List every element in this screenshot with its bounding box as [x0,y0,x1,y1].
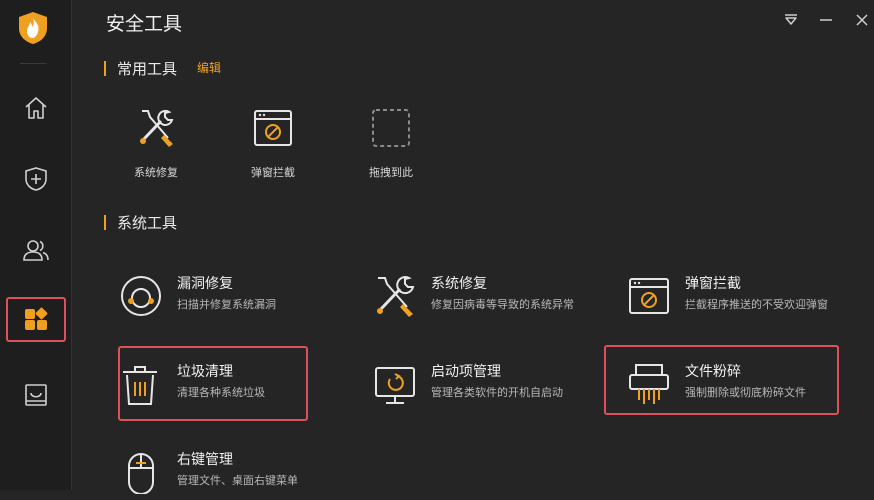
highlight-box-junk-cleanup [118,346,308,421]
tool-description: 管理各类软件的开机自启动 [431,386,563,399]
tool-name: 系统修复 [431,276,487,292]
page-title: 安全工具 [106,13,183,35]
tool-name: 漏洞修复 [177,276,233,292]
sidebar-separator [20,63,46,64]
tool-name: 右键管理 [177,452,233,468]
sidebar-item-box[interactable] [6,373,66,417]
drop-target-icon [372,109,410,147]
tool-startup-manager[interactable]: 启动项管理 管理各类软件的开机自启动 [373,356,613,412]
shield-plus-icon [25,167,47,191]
close-icon [856,14,868,26]
patch-icon [121,276,161,316]
popup-block-icon [254,110,292,146]
wrench-screwdriver-icon [377,276,415,317]
minimize-button[interactable] [815,10,837,30]
tool-name: 启动项管理 [431,364,501,380]
system-tools-title: 系统工具 [117,214,178,232]
sidebar [0,0,72,490]
highlight-box-file-shredder [604,345,839,415]
tool-name: 弹窗拦截 [685,276,741,292]
quick-tool-system-repair[interactable]: 系统修复 [111,108,201,180]
tool-popup-block[interactable]: 弹窗拦截 拦截程序推送的不受欢迎弹窗 [627,268,867,324]
mouse-icon [128,453,154,494]
menu-button[interactable] [780,10,802,30]
common-tools-heading: 常用工具 [104,58,177,79]
sidebar-item-home[interactable] [6,86,66,130]
box-icon [25,384,47,406]
quick-tool-label: 系统修复 [134,166,178,179]
quick-tool-drop-target[interactable]: 拖拽到此 [346,108,436,180]
tool-system-repair[interactable]: 系统修复 修复因病毒等导致的系统异常 [373,268,613,324]
tool-description: 管理文件、桌面右键菜单 [177,474,298,487]
logo-icon [19,12,47,44]
tool-description: 拦截程序推送的不受欢迎弹窗 [685,298,828,311]
minimize-icon [820,19,832,21]
section-accent-bar [104,61,106,76]
tool-description: 修复因病毒等导致的系统异常 [431,298,574,311]
sidebar-item-users[interactable] [6,228,66,272]
apps-icon [25,307,48,330]
close-button[interactable] [851,10,873,30]
common-tools-title: 常用工具 [117,60,178,78]
edit-link[interactable]: 编辑 [197,59,221,76]
sidebar-item-protection[interactable] [6,157,66,201]
tool-description: 扫描并修复系统漏洞 [177,298,276,311]
tool-vulnerability-fix[interactable]: 漏洞修复 扫描并修复系统漏洞 [119,268,359,324]
popup-block-icon [629,278,669,314]
section-accent-bar [104,215,106,230]
menu-icon [785,14,797,25]
quick-tool-label: 拖拽到此 [369,166,413,179]
sidebar-item-tools[interactable] [6,297,66,342]
quick-tool-popup-block[interactable]: 弹窗拦截 [228,108,318,180]
tool-context-menu-manager[interactable]: 右键管理 管理文件、桌面右键菜单 [119,444,359,500]
monitor-startup-icon [375,367,415,404]
wrench-screwdriver-icon [140,109,174,147]
users-icon [23,240,49,261]
system-tools-heading: 系统工具 [104,212,177,233]
quick-tool-label: 弹窗拦截 [251,166,295,179]
home-icon [25,97,47,119]
